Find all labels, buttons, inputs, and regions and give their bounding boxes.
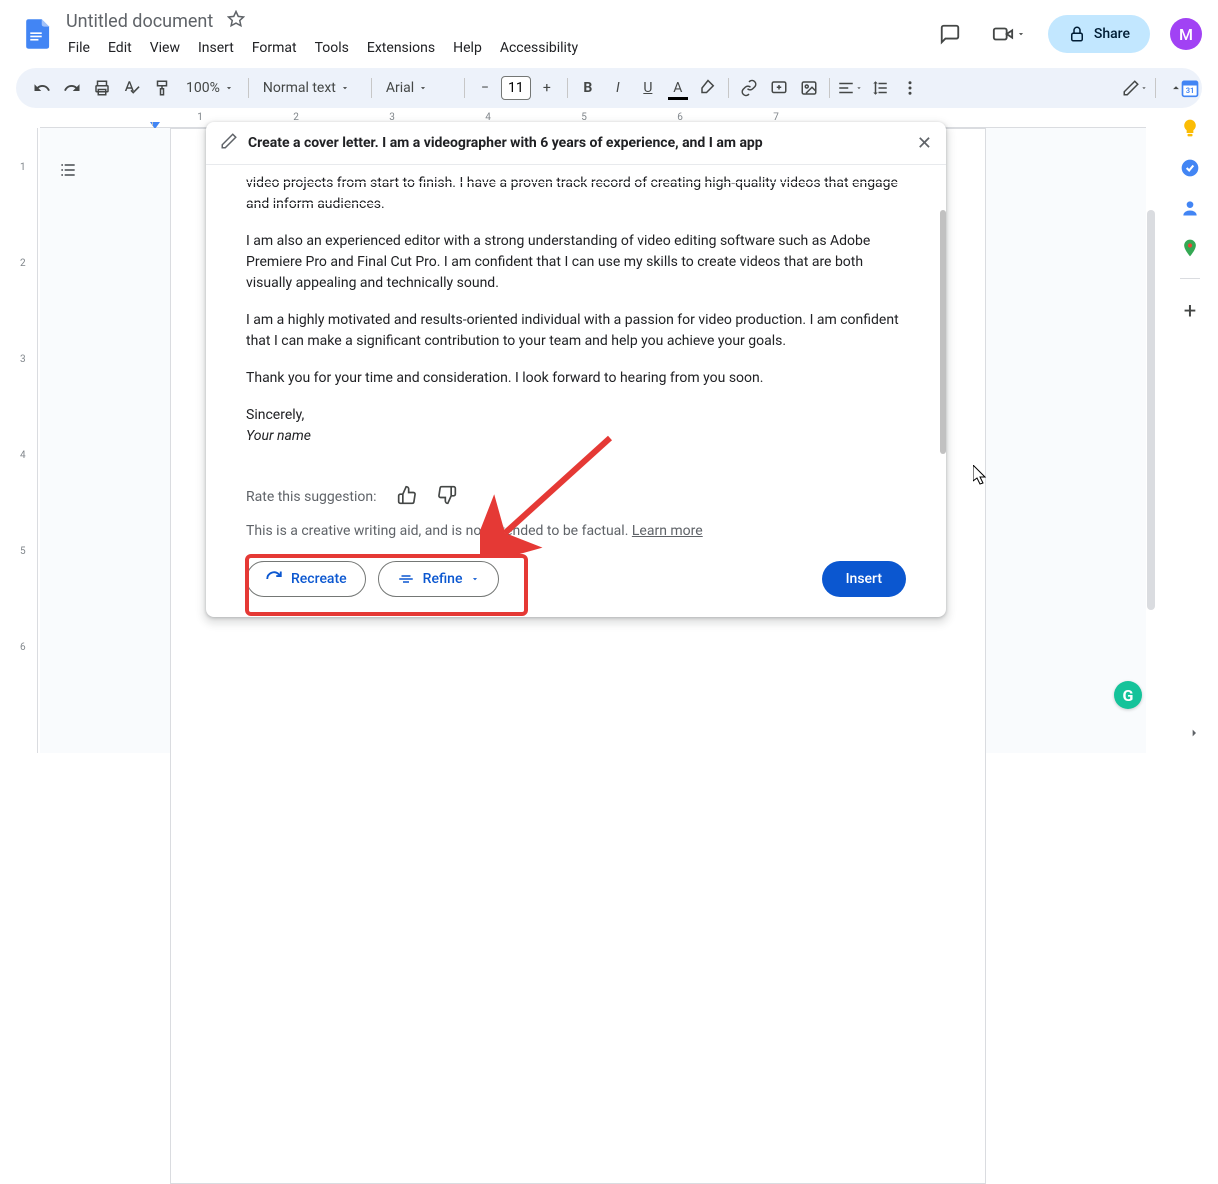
separator: [1155, 78, 1156, 98]
text-color-button[interactable]: A: [664, 74, 692, 102]
menu-help[interactable]: Help: [445, 36, 490, 60]
svg-text:31: 31: [1186, 86, 1195, 95]
collapse-side-panel-icon[interactable]: [1186, 725, 1202, 745]
add-app-button[interactable]: +: [1184, 299, 1196, 324]
separator: [829, 78, 830, 98]
separator: [464, 78, 465, 98]
side-panel: 31 +: [1162, 68, 1218, 753]
edit-icon: [220, 132, 238, 154]
separator: [371, 78, 372, 98]
insert-button[interactable]: Insert: [822, 561, 906, 597]
italic-button[interactable]: I: [604, 74, 632, 102]
thumbs-down-icon[interactable]: [437, 485, 457, 509]
contacts-app-icon[interactable]: [1180, 198, 1200, 218]
separator: [567, 78, 568, 98]
user-avatar[interactable]: M: [1170, 18, 1202, 50]
menu-format[interactable]: Format: [244, 36, 305, 60]
grammarly-badge[interactable]: G: [1114, 681, 1142, 709]
comments-icon[interactable]: [930, 14, 970, 54]
main-scrollbar[interactable]: [1147, 130, 1155, 733]
menu-view[interactable]: View: [142, 36, 188, 60]
close-icon[interactable]: ✕: [917, 133, 932, 154]
meet-button[interactable]: [982, 15, 1036, 53]
menu-tools[interactable]: Tools: [307, 36, 357, 60]
spellcheck-button[interactable]: [118, 74, 146, 102]
ai-footer: Rate this suggestion: This is a creative…: [206, 473, 946, 617]
share-button[interactable]: Share: [1048, 15, 1150, 53]
add-comment-button[interactable]: [765, 74, 793, 102]
learn-more-link[interactable]: Learn more: [632, 523, 703, 539]
menu-edit[interactable]: Edit: [100, 36, 140, 60]
style-select[interactable]: Normal text: [255, 80, 365, 96]
menu-insert[interactable]: Insert: [190, 36, 242, 60]
ai-suggestion-panel: Create a cover letter. I am a videograph…: [206, 122, 946, 617]
thumbs-up-icon[interactable]: [397, 485, 417, 509]
font-select[interactable]: Arial: [378, 80, 458, 96]
redo-button[interactable]: [58, 74, 86, 102]
document-title[interactable]: Untitled document: [60, 9, 219, 34]
highlight-button[interactable]: [694, 74, 722, 102]
main-area: Create a cover letter. I am a videograph…: [40, 128, 1146, 753]
editing-mode-button[interactable]: [1121, 74, 1149, 102]
tasks-app-icon[interactable]: [1180, 158, 1200, 178]
more-button[interactable]: [896, 74, 924, 102]
ai-paragraph: I am a highly motivated and results-orie…: [246, 310, 906, 352]
app-header: Untitled document File Edit View Insert …: [0, 0, 1218, 60]
undo-button[interactable]: [28, 74, 56, 102]
ai-paragraph: Thank you for your time and consideratio…: [246, 368, 906, 389]
rate-label: Rate this suggestion:: [246, 489, 377, 505]
action-row: Recreate Refine Insert: [246, 561, 906, 597]
ai-prompt-bar: Create a cover letter. I am a videograph…: [206, 122, 946, 165]
align-button[interactable]: [836, 74, 864, 102]
disclaimer: This is a creative writing aid, and is n…: [246, 523, 906, 539]
menu-accessibility[interactable]: Accessibility: [492, 36, 586, 60]
link-button[interactable]: [735, 74, 763, 102]
ai-signoff: Sincerely,Your name: [246, 405, 906, 447]
paint-format-button[interactable]: [148, 74, 176, 102]
ai-paragraph: I am also an experienced editor with a s…: [246, 231, 906, 294]
maps-app-icon[interactable]: [1180, 238, 1200, 258]
calendar-app-icon[interactable]: 31: [1180, 78, 1200, 98]
ai-scrollbar[interactable]: [940, 166, 946, 481]
bold-button[interactable]: B: [574, 74, 602, 102]
separator: [248, 78, 249, 98]
line-spacing-button[interactable]: [866, 74, 894, 102]
menu-bar: File Edit View Insert Format Tools Exten…: [60, 36, 930, 60]
insert-image-button[interactable]: [795, 74, 823, 102]
font-size-input[interactable]: [501, 76, 531, 100]
underline-button[interactable]: U: [634, 74, 662, 102]
separator: [728, 78, 729, 98]
zoom-select[interactable]: 100%: [178, 80, 242, 96]
ai-content[interactable]: video projects from start to finish. I h…: [206, 165, 946, 473]
docs-logo[interactable]: [16, 14, 56, 54]
star-icon[interactable]: [227, 10, 245, 32]
menu-extensions[interactable]: Extensions: [359, 36, 443, 60]
ai-prompt-text[interactable]: Create a cover letter. I am a videograph…: [248, 135, 907, 151]
separator: [1180, 278, 1200, 279]
header-right: Share M: [930, 14, 1202, 54]
ai-paragraph: video projects from start to finish. I h…: [246, 173, 906, 215]
outline-button[interactable]: [50, 152, 86, 188]
print-button[interactable]: [88, 74, 116, 102]
vertical-ruler[interactable]: 1 2 3 4 5 6: [14, 128, 38, 753]
menu-file[interactable]: File: [60, 36, 98, 60]
rate-row: Rate this suggestion:: [246, 485, 906, 509]
keep-app-icon[interactable]: [1180, 118, 1200, 138]
toolbar: 100% Normal text Arial − + B I U A: [16, 68, 1202, 108]
increase-font-button[interactable]: +: [533, 74, 561, 102]
recreate-button[interactable]: Recreate: [246, 561, 366, 597]
share-label: Share: [1094, 26, 1130, 42]
refine-button[interactable]: Refine: [378, 561, 500, 597]
decrease-font-button[interactable]: −: [471, 74, 499, 102]
title-area: Untitled document File Edit View Insert …: [60, 9, 930, 60]
